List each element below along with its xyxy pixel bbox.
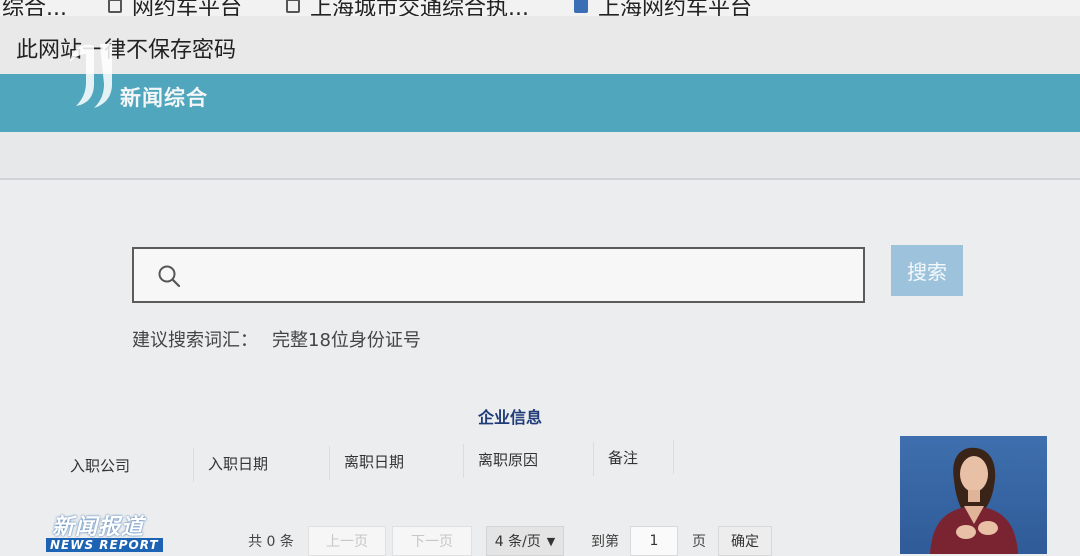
bookmarks-bar: 综合... 网约车平台 上海城市交通综合执... 上海网约车平台 [0, 0, 1080, 16]
page-suffix: 页 [692, 534, 706, 550]
interpreter-figure-icon [930, 447, 1018, 554]
chevron-down-icon: ▼ [546, 534, 556, 548]
enterprise-table-header: 入职公司 入职日期 离职日期 离职原因 备注 [56, 440, 696, 482]
header-band [0, 132, 1080, 180]
search-hint-value: 完整18位身份证号 [272, 330, 421, 351]
bookmark-item[interactable]: 上海网约车平台 [574, 0, 752, 16]
program-subtitle: NEWS REPORT [46, 538, 163, 552]
column-header: 离职原因 [464, 442, 594, 476]
bookmark-item[interactable]: 网约车平台 [108, 0, 242, 16]
column-header: 备注 [594, 440, 674, 474]
bookmark-label: 上海网约车平台 [598, 0, 753, 16]
bookmark-item[interactable]: 上海城市交通综合执... [286, 0, 529, 16]
bookmark-label: 网约车平台 [132, 0, 243, 16]
total-count: 共 0 条 [248, 534, 294, 550]
goto-label: 到第 [591, 534, 619, 550]
column-header: 离职日期 [330, 444, 464, 478]
site-icon [574, 0, 588, 13]
search-button[interactable]: 搜索 [891, 245, 963, 296]
bookmark-item[interactable]: 综合... [2, 0, 67, 16]
search-box [132, 247, 865, 303]
search-hint-label: 建议搜索词汇： [132, 330, 258, 351]
enterprise-info-title: 企业信息 [478, 408, 543, 427]
prev-page-button[interactable]: 上一页 [308, 526, 386, 556]
sign-language-interpreter-inset [900, 436, 1047, 554]
column-header: 入职公司 [56, 448, 194, 482]
page-size-select[interactable]: 4 条/页 ▼ [486, 526, 564, 556]
page-icon [108, 0, 122, 13]
bookmark-label: 综合... [2, 0, 67, 16]
column-header: 入职日期 [194, 446, 330, 480]
confirm-button[interactable]: 确定 [718, 526, 772, 556]
search-input[interactable] [194, 255, 848, 297]
program-title: 新闻报道 [52, 515, 145, 540]
next-page-button[interactable]: 下一页 [392, 526, 472, 556]
page-icon [286, 0, 300, 13]
channel-caption: 新闻综合 [120, 86, 208, 110]
search-icon [158, 265, 181, 288]
page-size-value: 4 条/页 [494, 534, 541, 550]
bookmark-label: 上海城市交通综合执... [310, 0, 529, 16]
page-number-input[interactable]: 1 [630, 526, 678, 556]
search-hint: 建议搜索词汇： 完整18位身份证号 [132, 326, 435, 352]
